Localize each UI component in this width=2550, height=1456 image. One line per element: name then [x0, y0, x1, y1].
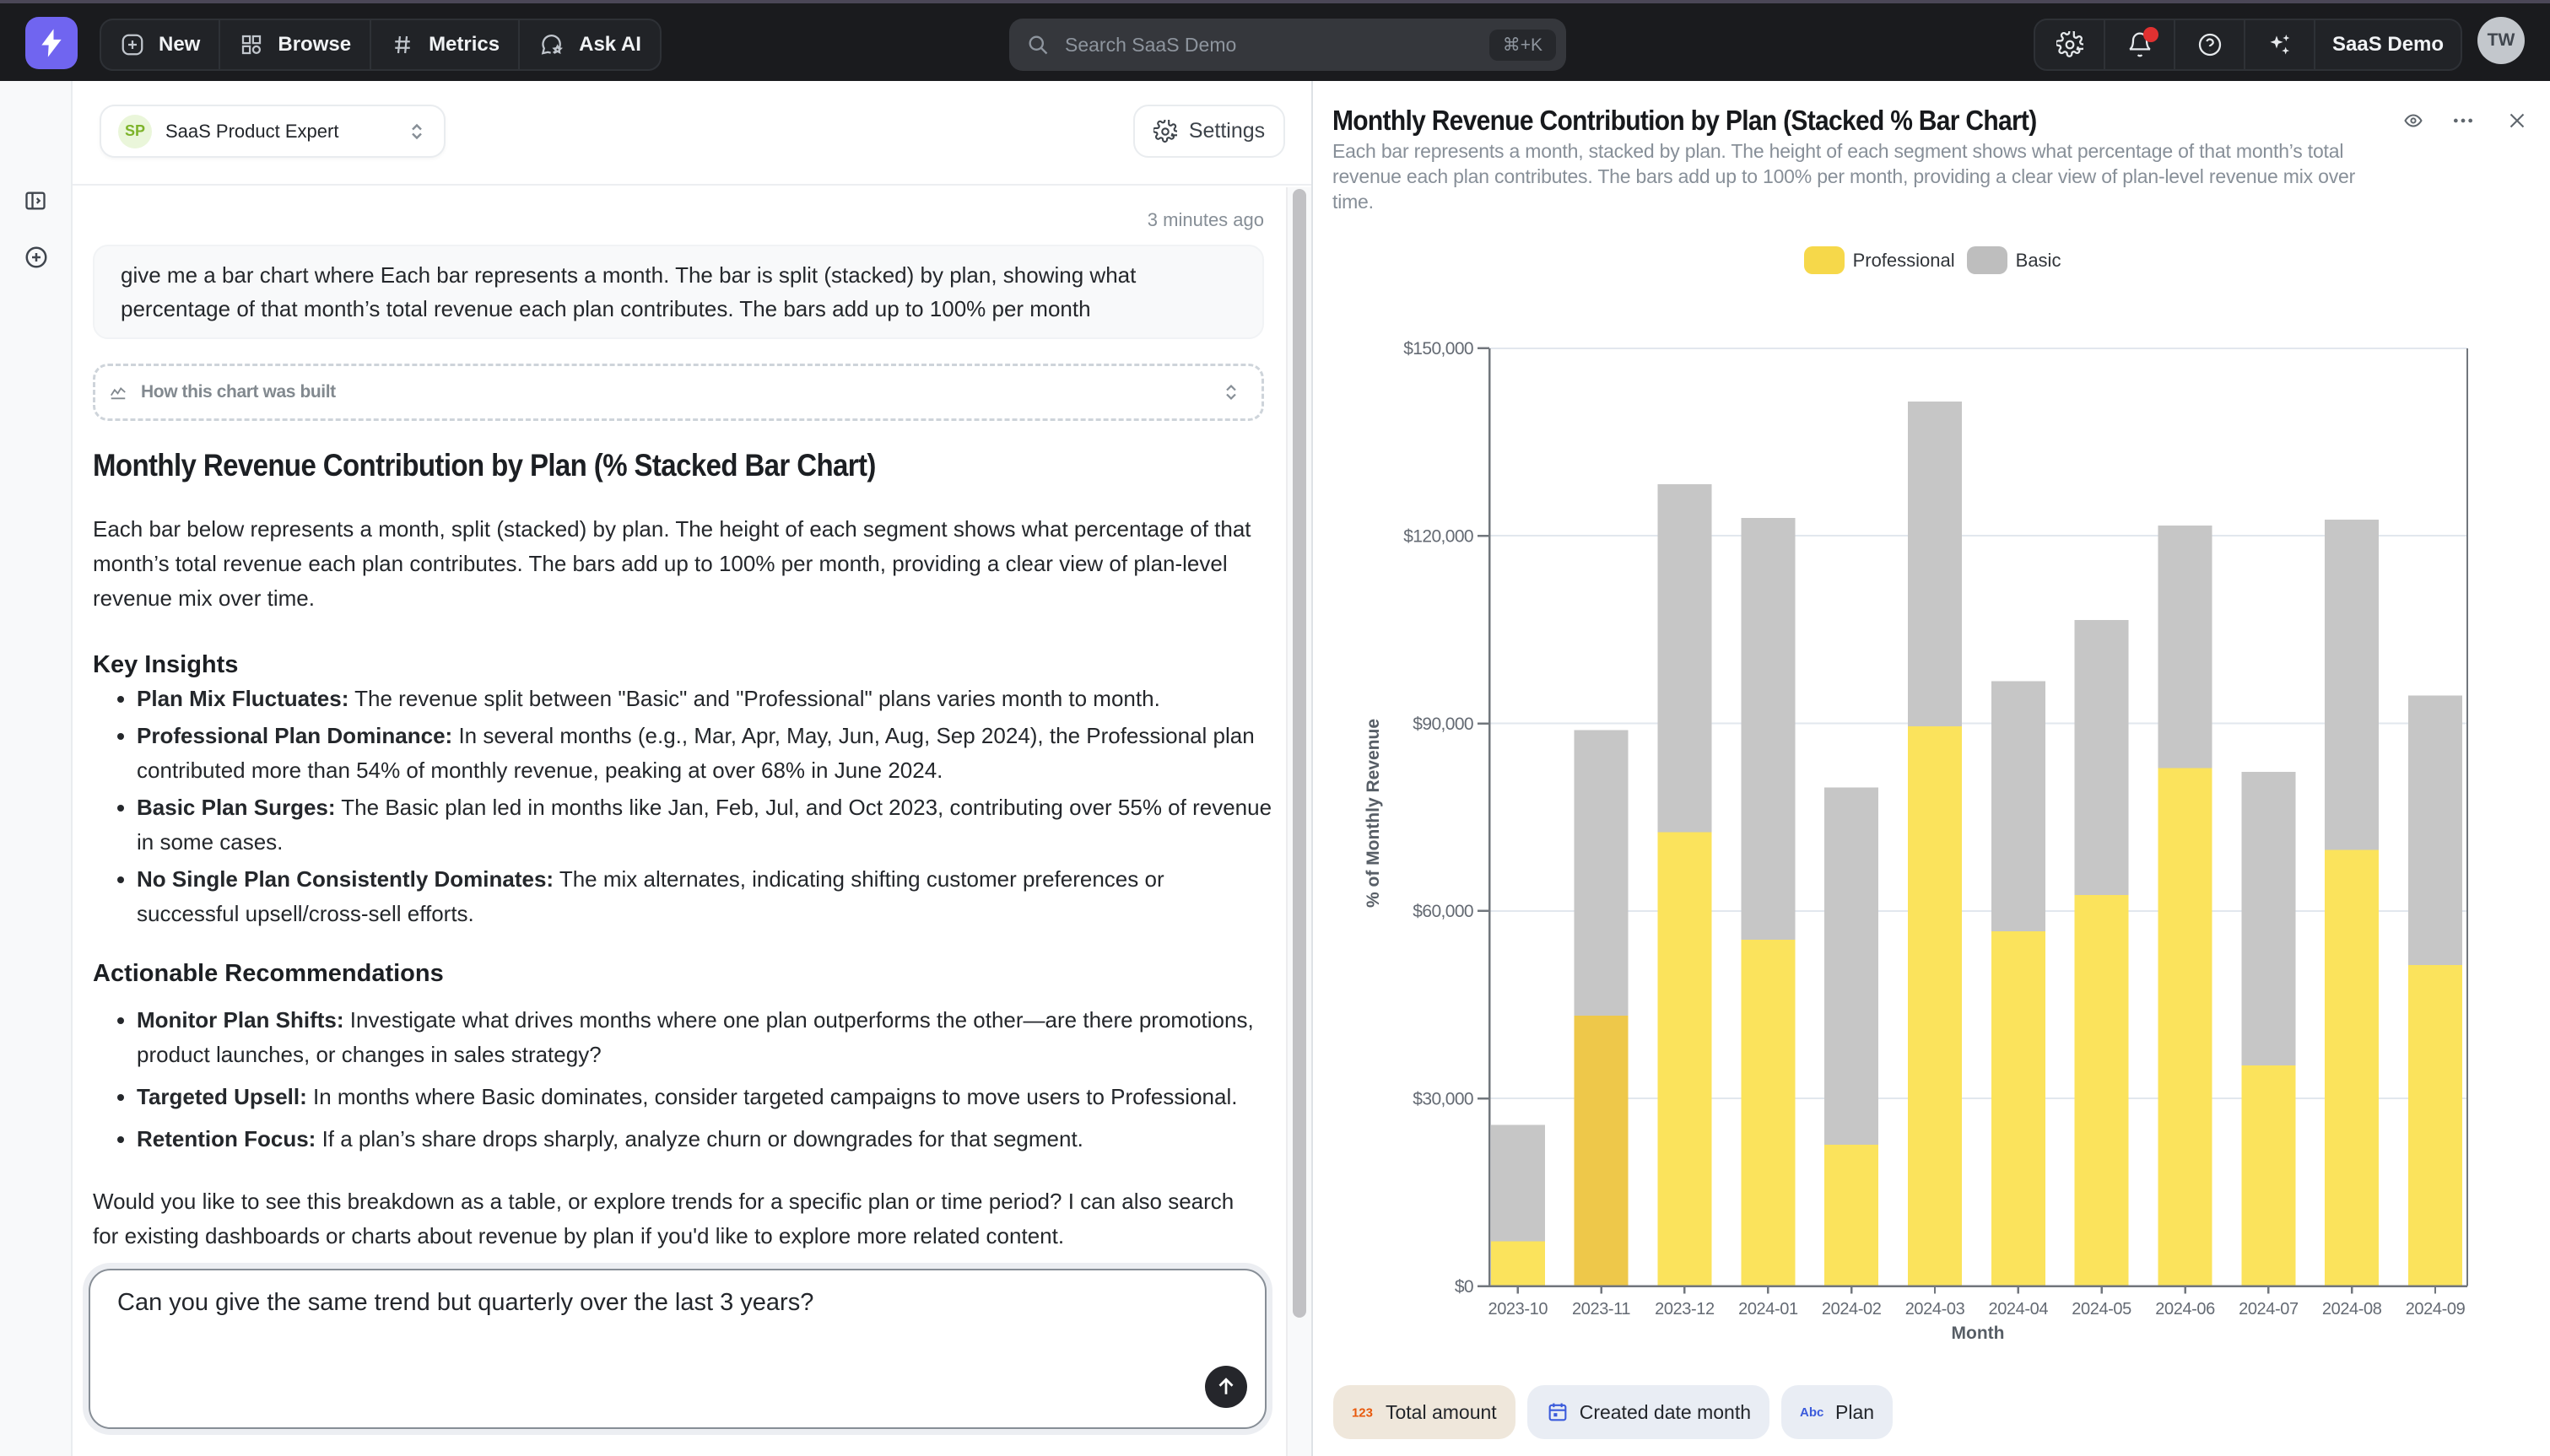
svg-text:2023-10: 2023-10	[1488, 1300, 1548, 1318]
svg-text:2024-09: 2024-09	[2406, 1300, 2466, 1318]
svg-text:2024-05: 2024-05	[2072, 1300, 2131, 1318]
svg-text:Abc: Abc	[1800, 1405, 1823, 1420]
svg-text:2024-01: 2024-01	[1738, 1300, 1798, 1318]
svg-text:2023-12: 2023-12	[1655, 1300, 1715, 1318]
svg-text:Month: Month	[1952, 1324, 2005, 1343]
svg-text:$60,000: $60,000	[1413, 902, 1473, 921]
svg-text:$90,000: $90,000	[1413, 715, 1473, 734]
svg-text:2024-04: 2024-04	[1988, 1300, 2048, 1318]
svg-text:$30,000: $30,000	[1413, 1090, 1473, 1109]
svg-text:123: 123	[1352, 1406, 1373, 1421]
svg-text:2024-03: 2024-03	[1905, 1300, 1965, 1318]
svg-text:2024-06: 2024-06	[2155, 1300, 2215, 1318]
svg-text:2024-08: 2024-08	[2322, 1300, 2382, 1318]
svg-text:2024-07: 2024-07	[2239, 1300, 2299, 1318]
svg-text:% of Monthly Revenue: % of Monthly Revenue	[1364, 719, 1383, 908]
svg-text:2023-11: 2023-11	[1572, 1300, 1630, 1318]
svg-text:$150,000: $150,000	[1403, 339, 1473, 359]
svg-text:2024-02: 2024-02	[1822, 1300, 1882, 1318]
svg-text:$120,000: $120,000	[1403, 527, 1473, 547]
svg-text:$0: $0	[1455, 1277, 1473, 1297]
